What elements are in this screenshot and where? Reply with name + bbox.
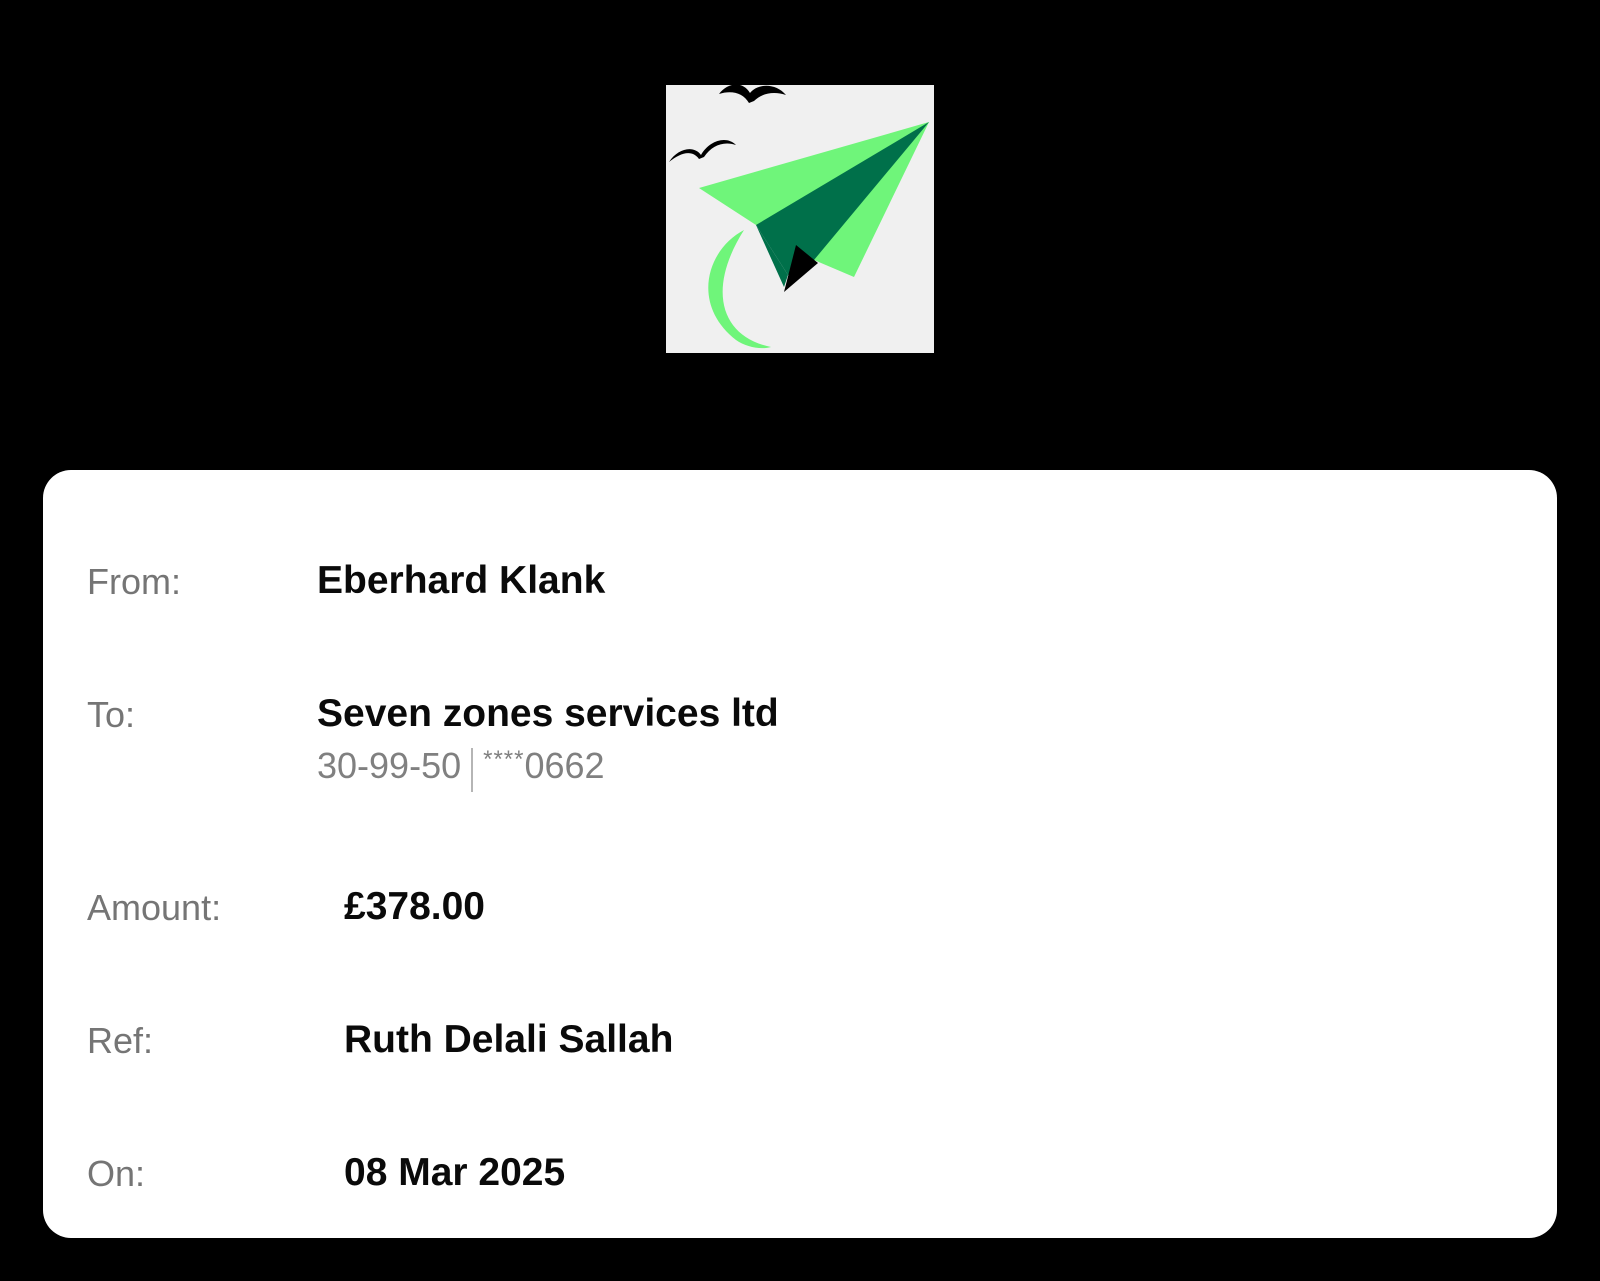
on-value: 08 Mar 2025 bbox=[344, 1151, 566, 1194]
account-mask: **** bbox=[483, 746, 525, 773]
account-last4: 0662 bbox=[524, 745, 605, 786]
sort-code: 30-99-50 bbox=[317, 745, 462, 786]
transfer-receipt-card: From: Eberhard Klank To: Seven zones ser… bbox=[43, 470, 1557, 1238]
from-label: From: bbox=[87, 561, 181, 602]
amount-label: Amount: bbox=[87, 887, 222, 928]
on-label: On: bbox=[87, 1153, 146, 1194]
trail-icon bbox=[708, 230, 771, 349]
to-label: To: bbox=[87, 694, 136, 735]
bird-icon bbox=[669, 140, 736, 162]
ref-value: Ruth Delali Sallah bbox=[344, 1018, 674, 1061]
from-value: Eberhard Klank bbox=[317, 559, 606, 602]
bird-icon bbox=[719, 84, 786, 103]
account-divider bbox=[471, 748, 474, 792]
to-value: Seven zones services ltd bbox=[317, 692, 779, 735]
app-logo bbox=[666, 84, 934, 353]
paper-plane-logo-icon bbox=[669, 84, 929, 349]
ref-label: Ref: bbox=[87, 1020, 154, 1061]
amount-value: £378.00 bbox=[344, 885, 485, 928]
account-details: 30-99-50 **** 0662 bbox=[317, 746, 605, 792]
